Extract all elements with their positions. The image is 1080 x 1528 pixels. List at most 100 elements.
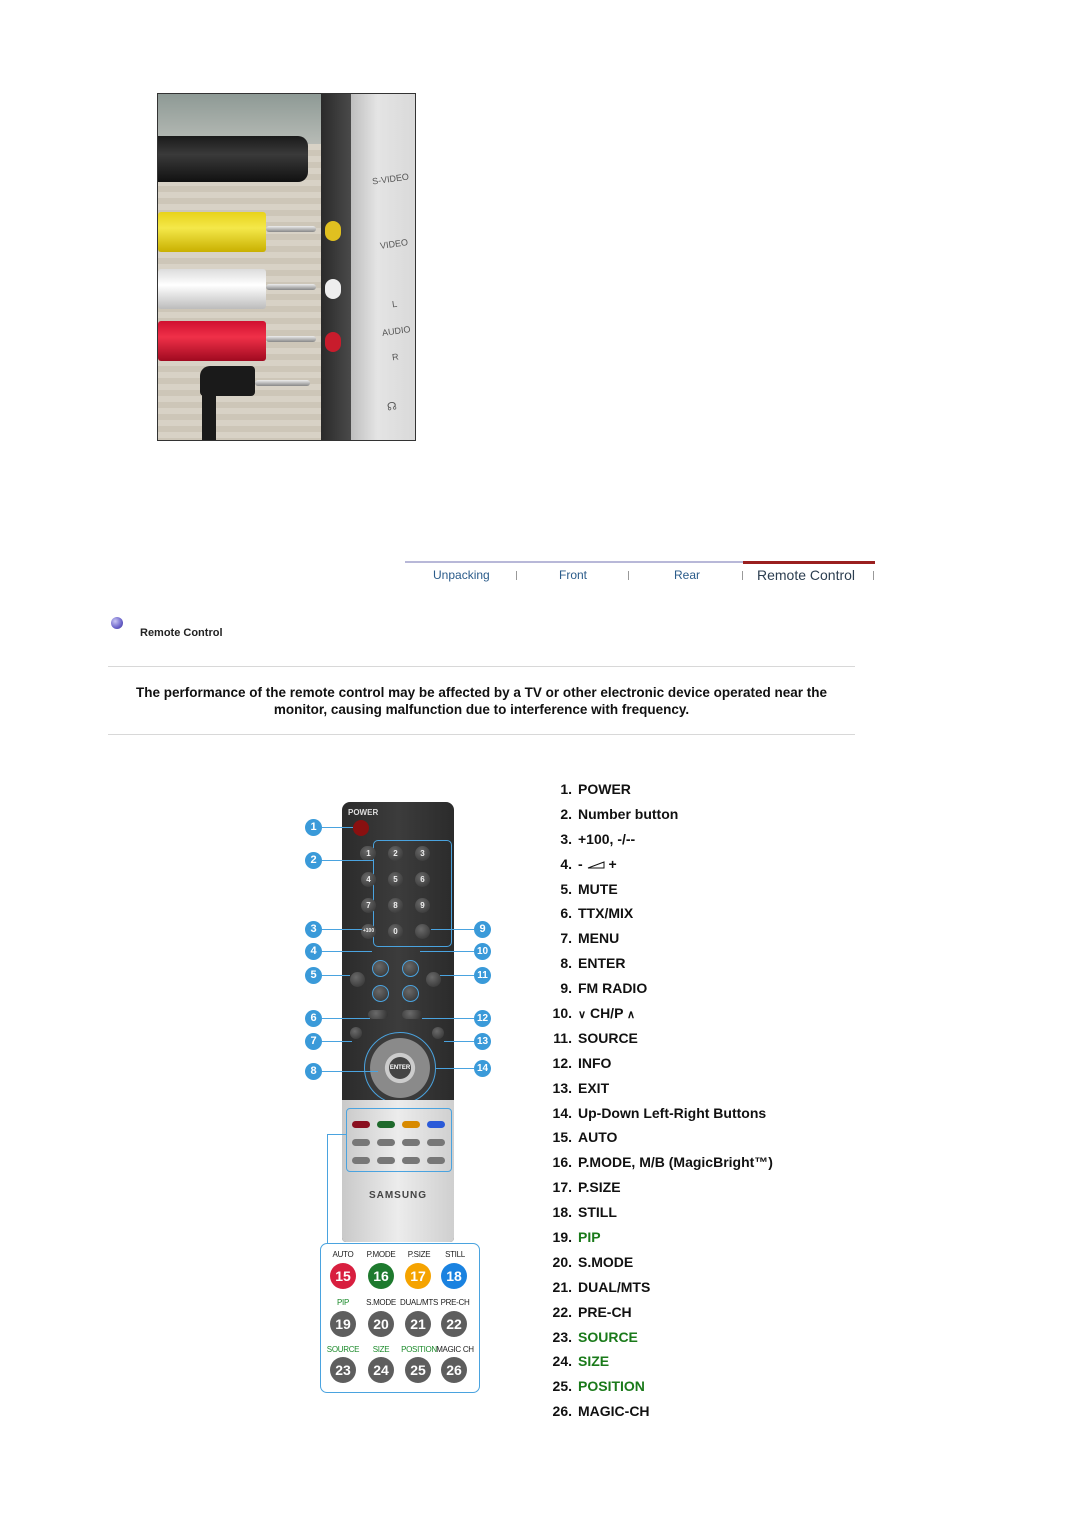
item-label: MAGIC-CH: [578, 1403, 650, 1420]
tab-rear[interactable]: Rear: [674, 568, 700, 582]
list-item: 13. EXIT: [540, 1080, 773, 1105]
item-label: PRE-CH: [578, 1303, 632, 1320]
number-key: 9: [415, 898, 430, 913]
item-number: 14.: [552, 1104, 572, 1121]
callout-9: 9: [474, 921, 491, 938]
av-connections-photo: S-VIDEO VIDEO L AUDIO R ☊: [157, 93, 416, 441]
list-item: 3. +100, -/--: [540, 831, 773, 856]
item-label: +100, -/--: [578, 830, 636, 847]
volume-ramp-icon: [587, 861, 605, 869]
item-number: 10.: [552, 1005, 572, 1022]
callout-leader: [322, 1071, 378, 1072]
legend-label: SOURCE: [326, 1345, 360, 1354]
callout-4: 4: [305, 943, 322, 960]
fm-radio-button: [415, 924, 430, 939]
item-number: 17.: [552, 1179, 572, 1196]
legend-label: POSITION: [401, 1345, 437, 1354]
item-label: POSITION: [578, 1378, 645, 1395]
callout-11: 11: [474, 967, 491, 984]
legend-badge-20: 20: [368, 1311, 394, 1337]
list-item: 15. AUTO: [540, 1129, 773, 1154]
list-item: 18. STILL: [540, 1204, 773, 1229]
volume-plus: +: [608, 855, 617, 872]
item-label: DUAL/MTS: [578, 1278, 651, 1295]
bullet-sphere-icon: [111, 617, 123, 629]
audio-cable-white: [158, 269, 266, 309]
callout-8: 8: [305, 1063, 322, 1080]
channel-down-button: [402, 985, 419, 1002]
remote-control-diagram: POWER 1 1 2 3 4 5 6 7 8 9 +100 0 ENTER: [300, 800, 500, 1400]
item-number: 20.: [552, 1253, 572, 1270]
item-label: AUTO: [578, 1129, 618, 1146]
legend-badge-26: 26: [441, 1357, 467, 1383]
callout-13: 13: [474, 1033, 491, 1050]
pip-key: [352, 1139, 370, 1146]
number-key: 8: [388, 898, 403, 913]
plus100-button: +100: [361, 924, 376, 939]
legend-badge-25: 25: [405, 1357, 431, 1383]
ch-p-label: CH/P: [589, 1005, 624, 1022]
item-label: SOURCE: [578, 1328, 638, 1345]
callout-6: 6: [305, 1010, 322, 1027]
info-button: [402, 1010, 422, 1019]
item-number: 12.: [552, 1054, 572, 1071]
legend-label: SIZE: [372, 1345, 390, 1354]
item-label: TTX/MIX: [578, 905, 634, 922]
volume-up-button: [372, 960, 389, 977]
item-label: SOURCE: [578, 1029, 638, 1046]
list-item: 7. MENU: [540, 930, 773, 955]
tab-remote-control[interactable]: Remote Control: [757, 567, 855, 583]
tab-unpacking[interactable]: Unpacking: [433, 568, 490, 582]
item-number: 11.: [553, 1029, 572, 1046]
list-item: 1. POWER: [540, 781, 773, 806]
callout-leader: [440, 975, 474, 976]
divider: [108, 666, 855, 667]
legend-label: DUAL/MTS: [399, 1298, 439, 1307]
auto-key: [352, 1121, 370, 1128]
callout-leader: [444, 1041, 474, 1042]
item-number: 24.: [552, 1353, 572, 1370]
source-button: [426, 972, 441, 987]
tabs-top-line: [405, 561, 743, 563]
item-number: 19.: [552, 1229, 572, 1246]
callout-2: 2: [305, 852, 322, 869]
item-number: 8.: [560, 955, 572, 972]
function-buttons-group: [346, 1108, 452, 1172]
list-item: 17. P.SIZE: [540, 1179, 773, 1204]
legend-badge-23: 23: [330, 1357, 356, 1383]
callout-leader: [322, 827, 353, 828]
chevron-down-icon: ∨: [578, 1009, 587, 1022]
item-label: POWER: [578, 781, 631, 797]
audio-left-plug-tip: [266, 284, 316, 290]
audio-right-plug-tip: [266, 336, 316, 342]
enter-button: ENTER: [389, 1057, 411, 1079]
item-number: 23.: [552, 1328, 572, 1345]
exit-button: [432, 1027, 444, 1039]
item-number: 15.: [552, 1129, 572, 1146]
item-number: 6.: [560, 905, 572, 922]
legend-label: STILL: [445, 1250, 465, 1259]
number-key: 2: [388, 846, 403, 861]
remote-feature-list: 1. POWER 2. Number button 3. +100, -/-- 4. …: [540, 781, 773, 1428]
item-label: - +: [578, 856, 617, 881]
item-label: EXIT: [578, 1079, 610, 1096]
callout-leader: [322, 929, 362, 930]
callout-leader: [431, 929, 474, 930]
ttx-mix-button: [368, 1010, 388, 1019]
source-key: [352, 1157, 370, 1164]
item-number: 7.: [560, 930, 572, 947]
list-item: 25. POSITION: [540, 1378, 773, 1403]
legend-badge-24: 24: [368, 1357, 394, 1383]
callout-10: 10: [474, 943, 491, 960]
item-label: ENTER: [578, 955, 626, 972]
item-number: 22.: [552, 1303, 572, 1320]
legend-badge-17: 17: [405, 1263, 431, 1289]
callout-leader: [436, 1068, 474, 1069]
section-tabs: Unpacking Front Rear Remote Control: [405, 561, 875, 591]
video-plug-tip: [266, 226, 316, 232]
tab-front[interactable]: Front: [559, 568, 587, 582]
item-label: P.MODE, M/B (MagicBright™): [578, 1154, 773, 1171]
callout-leader: [322, 860, 373, 861]
video-cable-yellow: [158, 212, 266, 252]
headphone-plug-tip: [255, 380, 310, 386]
